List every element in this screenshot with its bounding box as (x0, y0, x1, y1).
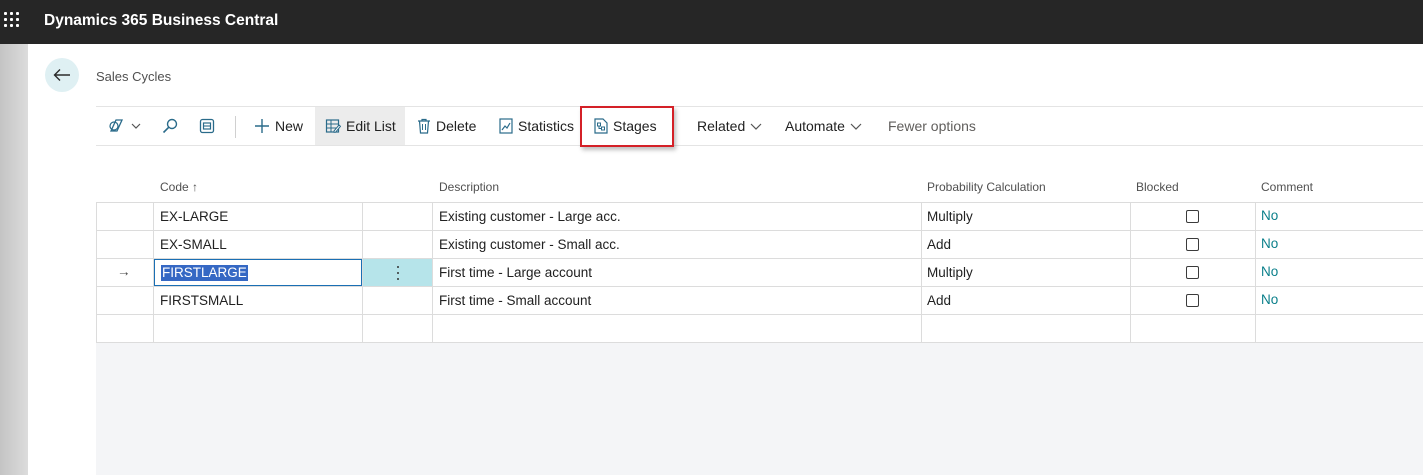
delete-label: Delete (436, 118, 477, 134)
related-menu[interactable]: Related (697, 107, 762, 145)
statistics-label: Statistics (518, 118, 575, 134)
cell-description[interactable]: Existing customer - Small acc. (439, 237, 620, 252)
filter-pane-button[interactable] (108, 107, 141, 145)
cell-code-selected[interactable]: FIRSTLARGE (161, 265, 248, 281)
cell-description[interactable]: Existing customer - Large acc. (439, 209, 621, 224)
column-divider (96, 202, 97, 343)
cell-probability[interactable]: Multiply (927, 265, 973, 280)
stages-button[interactable]: Stages (594, 107, 657, 145)
arrow-left-icon (53, 69, 70, 81)
cell-probability[interactable]: Add (927, 237, 951, 252)
plus-icon (255, 119, 269, 133)
cell-probability[interactable]: Multiply (927, 209, 973, 224)
sort-ascending-icon: ↑ (192, 180, 199, 194)
cell-description[interactable]: First time - Small account (439, 293, 591, 308)
empty-new-row[interactable] (154, 315, 1423, 342)
blocked-checkbox[interactable] (1186, 266, 1199, 279)
chevron-down-icon (131, 123, 141, 129)
statistics-button[interactable]: Statistics (499, 107, 574, 145)
toolbar-separator (235, 116, 236, 138)
left-strip (0, 44, 28, 475)
cell-probability[interactable]: Add (927, 293, 951, 308)
cell-code[interactable]: EX-LARGE (160, 209, 228, 224)
row-indicator-arrow-icon: → (117, 264, 131, 279)
new-label: New (275, 118, 304, 134)
back-button[interactable] (45, 58, 79, 92)
filter-pane-icon (109, 119, 124, 132)
edit-list-icon (325, 119, 341, 133)
column-header-comment[interactable]: Comment (1261, 180, 1313, 194)
blocked-checkbox[interactable] (1186, 210, 1199, 223)
chevron-down-icon (750, 123, 762, 130)
search-button[interactable] (162, 107, 178, 145)
cell-code[interactable]: FIRSTSMALL (160, 293, 243, 308)
automate-menu[interactable]: Automate (785, 107, 862, 145)
delete-button[interactable]: Delete (417, 107, 476, 145)
share-button[interactable] (199, 107, 215, 145)
column-header-probability[interactable]: Probability Calculation (927, 180, 1046, 194)
chevron-down-icon (850, 123, 862, 130)
fewer-options-button[interactable]: Fewer options (888, 107, 976, 145)
row-divider (96, 342, 1423, 343)
grid-empty-area (96, 343, 1423, 475)
command-bar: New Edit List Delete Statistics Stages R… (96, 106, 1423, 146)
open-in-excel-icon (199, 118, 215, 134)
edit-list-button[interactable]: Edit List (325, 107, 396, 145)
row-divider (96, 202, 1423, 203)
app-title[interactable]: Dynamics 365 Business Central (44, 12, 278, 30)
column-header-code[interactable]: Code ↑ (160, 180, 198, 194)
cell-description[interactable]: First time - Large account (439, 265, 592, 280)
automate-label: Automate (785, 118, 845, 134)
row-divider (96, 230, 1423, 231)
search-icon (162, 118, 178, 134)
comment-link[interactable]: No (1261, 264, 1278, 279)
comment-link[interactable]: No (1261, 236, 1278, 251)
trash-icon (418, 118, 430, 134)
column-header-description[interactable]: Description (439, 180, 499, 194)
app-launcher-icon[interactable] (4, 12, 22, 30)
blocked-checkbox[interactable] (1186, 294, 1199, 307)
column-header-blocked[interactable]: Blocked (1136, 180, 1179, 194)
comment-link[interactable]: No (1261, 292, 1278, 307)
cell-code[interactable]: EX-SMALL (160, 237, 227, 252)
comment-link[interactable]: No (1261, 208, 1278, 223)
new-button[interactable]: New (254, 107, 303, 145)
stages-label: Stages (613, 118, 657, 134)
app-top-bar: Dynamics 365 Business Central (0, 0, 1423, 44)
more-options-icon (396, 265, 400, 281)
page-title: Sales Cycles (96, 69, 172, 84)
code-header-label: Code (160, 180, 189, 194)
related-label: Related (697, 118, 746, 134)
statistics-icon (499, 118, 513, 134)
row-divider (96, 286, 1423, 287)
blocked-checkbox[interactable] (1186, 238, 1199, 251)
stages-icon (594, 118, 608, 134)
edit-list-label: Edit List (346, 118, 396, 134)
